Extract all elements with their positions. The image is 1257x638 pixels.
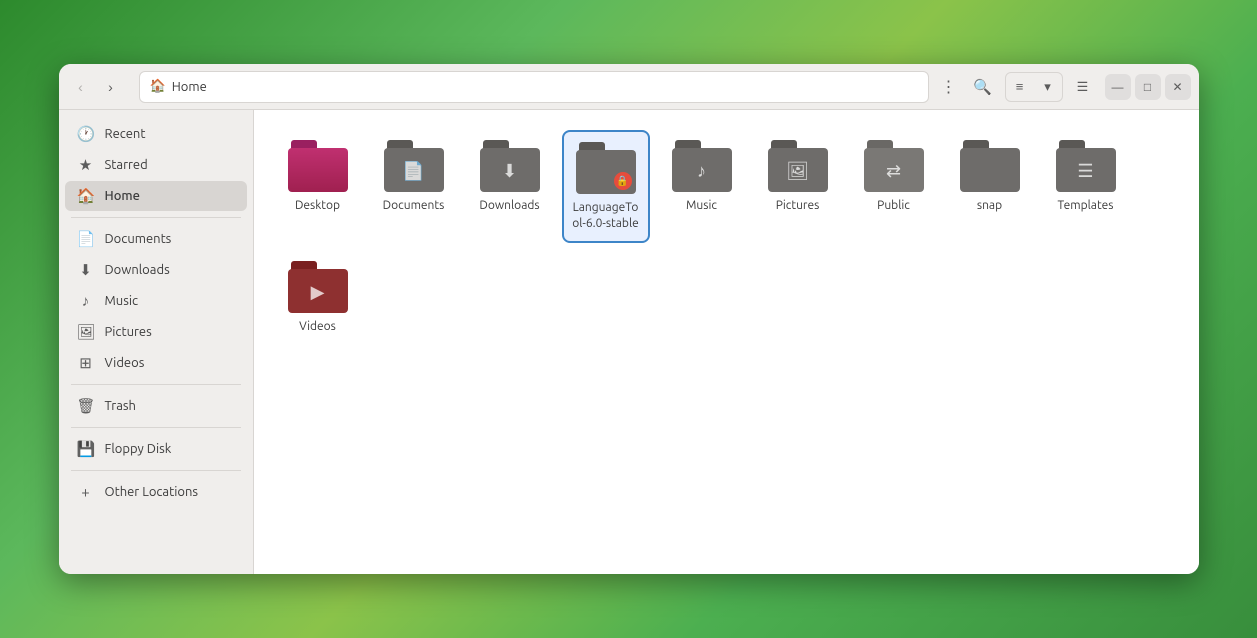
sidebar-item-videos[interactable]: ⊞ Videos <box>65 348 247 378</box>
close-button[interactable]: ✕ <box>1165 74 1191 100</box>
sidebar-divider-4 <box>71 470 241 471</box>
documents-icon: 📄 <box>77 230 95 248</box>
path-menu-button[interactable]: ⋮ <box>935 73 963 101</box>
home-icon: 🏠 <box>77 187 95 205</box>
forward-button[interactable]: › <box>97 73 125 101</box>
sidebar-item-trash[interactable]: 🗑 Trash <box>65 391 247 421</box>
file-item-templates[interactable]: ☰ Templates <box>1042 130 1130 243</box>
recent-icon: 🕐 <box>77 125 95 143</box>
starred-icon: ★ <box>77 156 95 174</box>
folder-icon-documents: 📄 <box>384 140 444 192</box>
sidebar: 🕐 Recent ★ Starred 🏠 Home 📄 Documents ⬇ … <box>59 110 254 574</box>
maximize-button[interactable]: □ <box>1135 74 1161 100</box>
sidebar-label-videos: Videos <box>105 356 145 370</box>
sidebar-divider-2 <box>71 384 241 385</box>
file-label-pictures: Pictures <box>776 198 820 214</box>
file-label-documents: Documents <box>383 198 445 214</box>
file-label-desktop: Desktop <box>295 198 340 214</box>
documents-folder-icon: 📄 <box>402 161 424 182</box>
sidebar-label-recent: Recent <box>105 127 146 141</box>
folder-icon-snap <box>960 140 1020 192</box>
search-button[interactable]: 🔍 <box>967 71 999 103</box>
file-label-public: Public <box>877 198 910 214</box>
folder-icon-languagetool: 🔒 <box>576 142 636 194</box>
file-item-pictures[interactable]: 🖼 Pictures <box>754 130 842 243</box>
file-grid: Desktop 📄 Documents ⬇ <box>274 130 1179 345</box>
file-item-music[interactable]: ♪ Music <box>658 130 746 243</box>
titlebar: ‹ › 🏠 Home ⋮ 🔍 ≡ ▾ ☰ <box>59 64 1199 110</box>
sidebar-item-music[interactable]: ♪ Music <box>65 286 247 316</box>
file-item-documents[interactable]: 📄 Documents <box>370 130 458 243</box>
sidebar-item-pictures[interactable]: 🖼 Pictures <box>65 317 247 347</box>
view-list-button[interactable]: ≡ <box>1006 73 1034 101</box>
main-content: Desktop 📄 Documents ⬇ <box>254 110 1199 574</box>
sidebar-divider-3 <box>71 427 241 428</box>
sidebar-item-starred[interactable]: ★ Starred <box>65 150 247 180</box>
sidebar-label-trash: Trash <box>105 399 136 413</box>
sidebar-label-downloads: Downloads <box>105 263 170 277</box>
file-label-languagetool: LanguageTool-6.0-stable <box>572 200 640 231</box>
content-area: 🕐 Recent ★ Starred 🏠 Home 📄 Documents ⬇ … <box>59 110 1199 574</box>
sidebar-item-home[interactable]: 🏠 Home <box>65 181 247 211</box>
sidebar-item-documents[interactable]: 📄 Documents <box>65 224 247 254</box>
sidebar-label-starred: Starred <box>105 158 148 172</box>
file-label-music: Music <box>686 198 717 214</box>
public-folder-icon: ⇄ <box>886 161 901 182</box>
file-label-downloads: Downloads <box>479 198 539 214</box>
sidebar-label-documents: Documents <box>105 232 172 246</box>
sidebar-divider-1 <box>71 217 241 218</box>
view-dropdown-button[interactable]: ▾ <box>1034 73 1062 101</box>
sidebar-label-floppy: Floppy Disk <box>105 442 172 456</box>
file-label-snap: snap <box>977 198 1002 214</box>
folder-icon-music: ♪ <box>672 140 732 192</box>
other-locations-icon: + <box>77 483 95 500</box>
view-toggle: ≡ ▾ <box>1005 72 1063 102</box>
view-menu-button[interactable]: ☰ <box>1069 73 1097 101</box>
videos-icon: ⊞ <box>77 354 95 372</box>
nav-buttons: ‹ › <box>67 73 125 101</box>
videos-folder-icon: ▶ <box>311 282 325 303</box>
pictures-icon: 🖼 <box>77 323 95 341</box>
sidebar-item-recent[interactable]: 🕐 Recent <box>65 119 247 149</box>
file-item-desktop[interactable]: Desktop <box>274 130 362 243</box>
folder-icon-templates: ☰ <box>1056 140 1116 192</box>
file-label-templates: Templates <box>1058 198 1114 214</box>
breadcrumb-title: Home <box>172 80 207 94</box>
minimize-button[interactable]: — <box>1105 74 1131 100</box>
folder-icon-videos: ▶ <box>288 261 348 313</box>
folder-icon-public: ⇄ <box>864 140 924 192</box>
file-item-snap[interactable]: snap <box>946 130 1034 243</box>
home-breadcrumb-icon: 🏠 <box>150 79 166 94</box>
sidebar-label-pictures: Pictures <box>105 325 152 339</box>
music-folder-icon: ♪ <box>697 161 706 182</box>
downloads-icon: ⬇ <box>77 261 95 279</box>
file-item-downloads[interactable]: ⬇ Downloads <box>466 130 554 243</box>
back-button[interactable]: ‹ <box>67 73 95 101</box>
file-item-videos[interactable]: ▶ Videos <box>274 251 362 345</box>
trash-icon: 🗑 <box>77 397 95 415</box>
floppy-icon: 💾 <box>77 440 95 458</box>
sidebar-label-home: Home <box>105 189 140 203</box>
sidebar-label-other: Other Locations <box>105 485 199 499</box>
breadcrumb: 🏠 Home <box>139 71 929 103</box>
window-controls: — □ ✕ <box>1105 74 1191 100</box>
sidebar-label-music: Music <box>105 294 139 308</box>
sidebar-item-other-locations[interactable]: + Other Locations <box>65 477 247 506</box>
file-item-public[interactable]: ⇄ Public <box>850 130 938 243</box>
folder-icon-desktop <box>288 140 348 192</box>
folder-icon-downloads: ⬇ <box>480 140 540 192</box>
pictures-folder-icon: 🖼 <box>786 161 809 182</box>
sidebar-item-downloads[interactable]: ⬇ Downloads <box>65 255 247 285</box>
music-icon: ♪ <box>77 292 95 310</box>
sidebar-item-floppy[interactable]: 💾 Floppy Disk <box>65 434 247 464</box>
file-manager-window: ‹ › 🏠 Home ⋮ 🔍 ≡ ▾ ☰ <box>59 64 1199 574</box>
downloads-folder-icon: ⬇ <box>502 161 517 182</box>
lock-badge: 🔒 <box>614 172 632 190</box>
file-item-languagetool[interactable]: 🔒 LanguageTool-6.0-stable <box>562 130 650 243</box>
templates-folder-icon: ☰ <box>1077 161 1093 182</box>
folder-icon-pictures: 🖼 <box>768 140 828 192</box>
file-label-videos: Videos <box>299 319 336 335</box>
